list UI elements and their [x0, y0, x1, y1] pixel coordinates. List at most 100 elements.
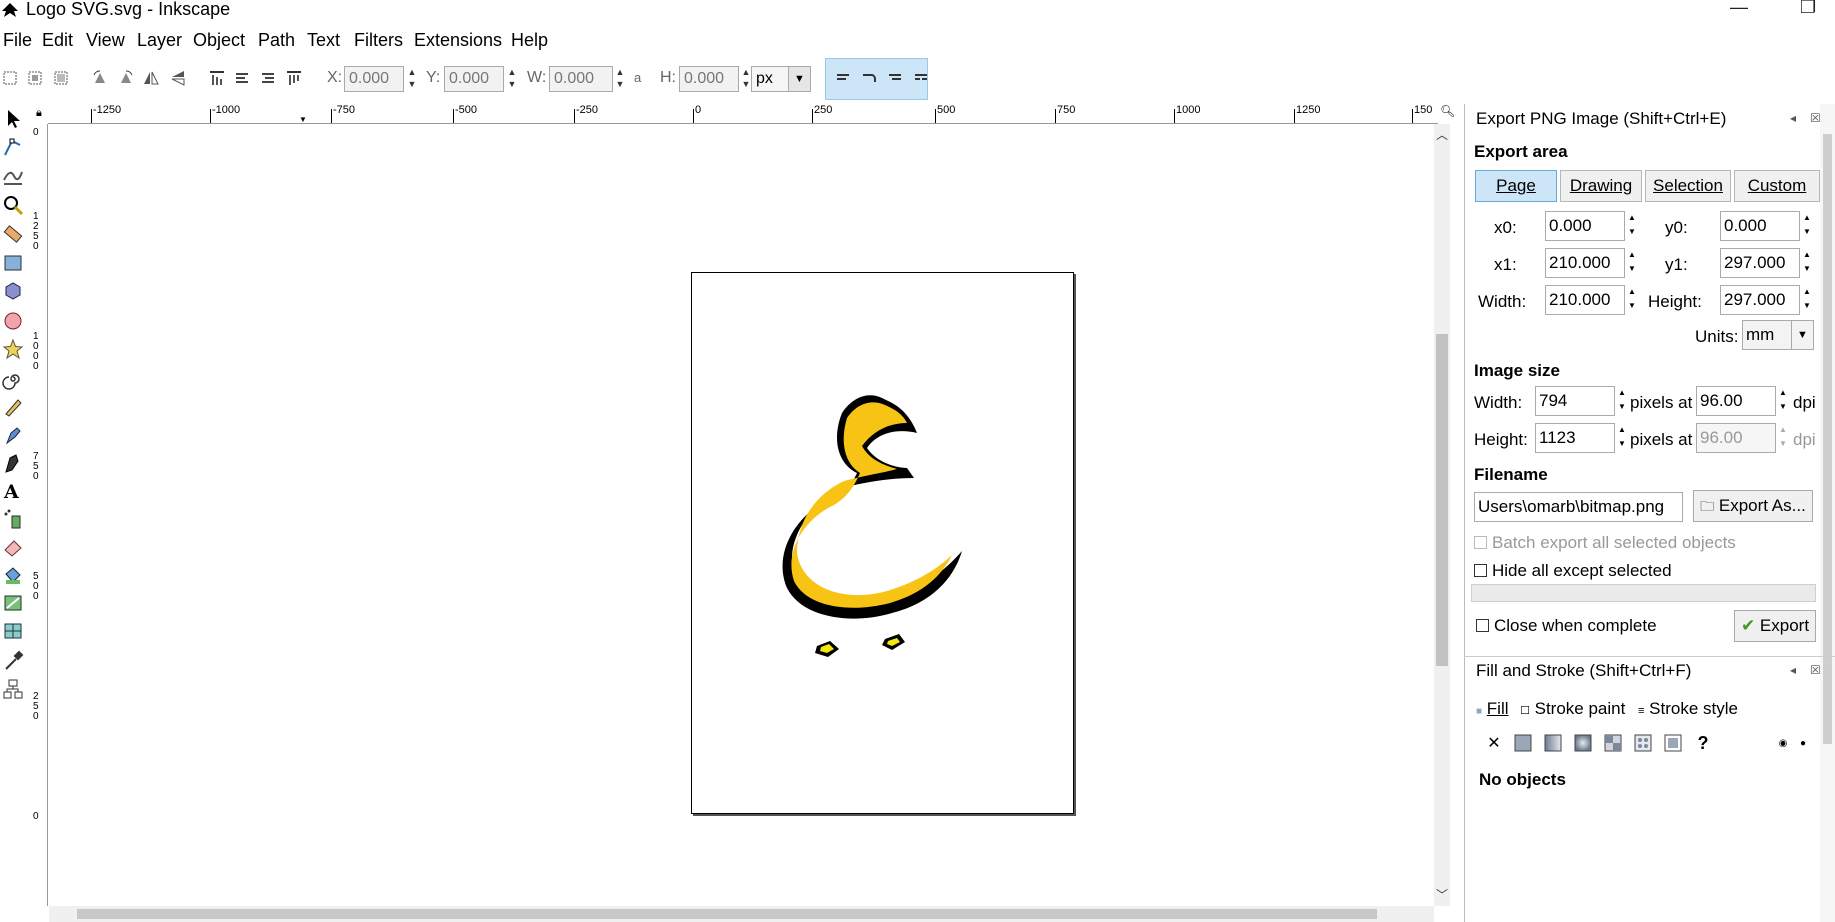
image-height-spinner[interactable]: ▲ ▼	[1616, 423, 1628, 453]
paint-bucket-tool-icon[interactable]	[2, 564, 26, 588]
w-spinner[interactable]: ▲ ▼	[614, 66, 626, 92]
flat-color-icon[interactable]	[1512, 732, 1534, 754]
move-patterns-icon[interactable]	[912, 70, 930, 88]
image-width-input[interactable]: 794	[1535, 386, 1615, 416]
menu-file[interactable]: File	[3, 30, 32, 51]
menu-text[interactable]: Text	[307, 30, 340, 51]
x0-input[interactable]: 0.000	[1545, 211, 1625, 241]
area-width-input[interactable]: 210.000	[1545, 285, 1625, 315]
fill-rule-evenodd-icon[interactable]: ◉	[1772, 732, 1794, 754]
dropper-tool-icon[interactable]	[2, 650, 26, 674]
rotate-ccw-icon[interactable]	[90, 68, 110, 88]
lower-icon[interactable]	[258, 68, 278, 88]
pencil-tool-icon[interactable]	[2, 396, 26, 420]
y0-spinner[interactable]: ▲ ▼	[1801, 211, 1813, 241]
y-input[interactable]: 0.000	[444, 66, 504, 92]
vertical-scroll-thumb[interactable]	[1436, 334, 1448, 666]
hide-all-checkbox[interactable]	[1474, 564, 1487, 577]
tab-stroke-style[interactable]: ≡ Stroke style	[1636, 695, 1740, 723]
raise-icon[interactable]	[232, 68, 252, 88]
minimize-button[interactable]: —	[1730, 0, 1748, 18]
lock-ratio-icon[interactable]: a	[634, 70, 641, 85]
scroll-down-icon[interactable]: ﹀	[1434, 886, 1450, 903]
x-input[interactable]: 0.000	[344, 66, 404, 92]
menu-path[interactable]: Path	[258, 30, 295, 51]
y-spinner[interactable]: ▲ ▼	[506, 66, 518, 92]
3d-box-tool-icon[interactable]	[2, 280, 26, 304]
tab-stroke-paint[interactable]: ☐ Stroke paint	[1518, 695, 1627, 723]
export-as-button[interactable]: 🗀︎ Export As...	[1693, 490, 1813, 522]
measure-tool-icon[interactable]	[2, 224, 26, 248]
area-height-spinner[interactable]: ▲ ▼	[1801, 285, 1813, 315]
export-area-drawing-button[interactable]: Drawing	[1560, 170, 1642, 202]
menu-edit[interactable]: Edit	[42, 30, 73, 51]
image-width-spinner[interactable]: ▲ ▼	[1616, 386, 1628, 416]
export-area-page-button[interactable]: Page	[1475, 170, 1557, 202]
eraser-tool-icon[interactable]	[2, 536, 26, 560]
dock-scrollbar[interactable]	[1820, 104, 1835, 922]
lock-guides-icon[interactable]: 🔒︎	[36, 107, 42, 120]
connector-tool-icon[interactable]	[2, 678, 26, 702]
dock-panel-icon[interactable]: ◂	[1790, 111, 1796, 125]
close-when-complete-checkbox[interactable]	[1476, 619, 1489, 632]
menu-filters[interactable]: Filters	[354, 30, 403, 51]
menu-extensions[interactable]: Extensions	[414, 30, 502, 51]
swatch-icon[interactable]	[1662, 732, 1684, 754]
close-icon[interactable]: ☒	[1810, 663, 1821, 677]
y1-spinner[interactable]: ▲ ▼	[1801, 248, 1813, 278]
scale-corners-icon[interactable]	[860, 70, 878, 88]
calligraphy-tool-icon[interactable]	[2, 452, 26, 476]
tab-fill[interactable]: ■ Fill	[1474, 695, 1511, 723]
menu-object[interactable]: Object	[193, 30, 245, 51]
star-tool-icon[interactable]	[2, 338, 26, 362]
scale-stroke-icon[interactable]	[834, 70, 852, 88]
x1-spinner[interactable]: ▲ ▼	[1626, 248, 1638, 278]
close-icon[interactable]: ☒	[1810, 111, 1821, 125]
deselect-icon[interactable]	[51, 68, 71, 88]
drawing-canvas[interactable]	[49, 125, 1434, 905]
mesh-gradient-icon[interactable]	[1602, 732, 1624, 754]
x1-input[interactable]: 210.000	[1545, 248, 1625, 278]
zoom-tool-icon[interactable]	[2, 194, 26, 218]
spiral-tool-icon[interactable]	[2, 368, 26, 392]
radial-gradient-icon[interactable]	[1572, 732, 1594, 754]
area-height-input[interactable]: 297.000	[1720, 285, 1800, 315]
menu-help[interactable]: Help	[511, 30, 548, 51]
menu-view[interactable]: View	[86, 30, 125, 51]
flip-horizontal-icon[interactable]	[141, 68, 161, 88]
unset-paint-icon[interactable]: ?	[1692, 732, 1714, 754]
rectangle-tool-icon[interactable]	[2, 252, 26, 276]
node-tool-icon[interactable]	[2, 136, 26, 160]
horizontal-scroll-thumb[interactable]	[77, 909, 1377, 919]
filename-input[interactable]: Users\omarb\bitmap.png	[1474, 492, 1683, 522]
dock-scroll-thumb[interactable]	[1823, 134, 1832, 744]
menu-layer[interactable]: Layer	[137, 30, 182, 51]
dpi-spinner[interactable]: ▲ ▼	[1777, 386, 1789, 416]
restore-button[interactable]: ❐	[1800, 0, 1816, 18]
gradient-tool-icon[interactable]	[2, 592, 26, 616]
mesh-tool-icon[interactable]	[2, 620, 26, 644]
y0-input[interactable]: 0.000	[1720, 211, 1800, 241]
no-paint-icon[interactable]: ✕	[1483, 732, 1505, 754]
selector-tool-icon[interactable]	[2, 108, 26, 132]
units-select[interactable]: mm ▼	[1742, 320, 1814, 350]
unit-select[interactable]: px ▼	[751, 66, 811, 92]
export-area-selection-button[interactable]: Selection	[1645, 170, 1731, 202]
x-spinner[interactable]: ▲ ▼	[406, 66, 418, 92]
h-input[interactable]: 0.000	[679, 66, 739, 92]
image-height-input[interactable]: 1123	[1535, 423, 1615, 453]
select-all-layers-icon[interactable]	[25, 68, 45, 88]
y1-input[interactable]: 297.000	[1720, 248, 1800, 278]
rotate-cw-icon[interactable]	[116, 68, 136, 88]
move-gradients-icon[interactable]	[886, 70, 904, 88]
ellipse-tool-icon[interactable]	[2, 310, 26, 334]
canvas-horizontal-scrollbar[interactable]	[49, 906, 1434, 922]
dock-panel-icon[interactable]: ◂	[1790, 663, 1796, 677]
export-button[interactable]: ✔ Export	[1734, 610, 1816, 642]
area-width-spinner[interactable]: ▲ ▼	[1626, 285, 1638, 315]
lower-to-bottom-icon[interactable]	[284, 68, 304, 88]
arabic-letter-ain-logo[interactable]	[692, 273, 1075, 815]
x0-spinner[interactable]: ▲ ▼	[1626, 211, 1638, 241]
tweak-tool-icon[interactable]	[2, 164, 26, 188]
scroll-up-icon[interactable]: ︿	[1434, 126, 1450, 143]
